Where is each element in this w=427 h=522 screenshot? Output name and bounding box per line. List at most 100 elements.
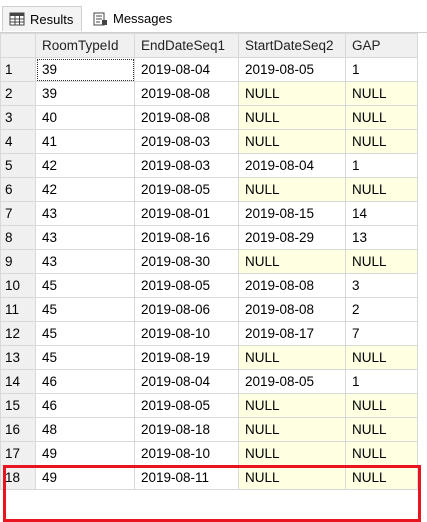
table-row[interactable]: 9 43 2019-08-30 NULL NULL <box>0 249 418 274</box>
row-number[interactable]: 1 <box>0 57 36 82</box>
startdateseq2-cell[interactable]: 2019-08-08 <box>238 273 346 298</box>
table-row[interactable]: 13 45 2019-08-19 NULL NULL <box>0 345 418 370</box>
roomtypeid-cell[interactable]: 43 <box>35 201 135 226</box>
enddateseq1-cell[interactable]: 2019-08-16 <box>134 225 239 250</box>
enddateseq1-cell[interactable]: 2019-08-18 <box>134 417 239 442</box>
roomtypeid-cell[interactable]: 45 <box>35 345 135 370</box>
enddateseq1-cell[interactable]: 2019-08-10 <box>134 441 239 466</box>
column-header-gap[interactable]: GAP <box>345 33 418 58</box>
gap-cell[interactable]: 14 <box>345 201 418 226</box>
startdateseq2-cell[interactable]: 2019-08-29 <box>238 225 346 250</box>
gap-cell[interactable]: NULL <box>345 177 418 202</box>
table-row[interactable]: 3 40 2019-08-08 NULL NULL <box>0 105 418 130</box>
enddateseq1-cell[interactable]: 2019-08-01 <box>134 201 239 226</box>
roomtypeid-cell[interactable]: 49 <box>35 465 135 490</box>
row-number[interactable]: 5 <box>0 153 36 178</box>
row-number[interactable]: 6 <box>0 177 36 202</box>
row-number[interactable]: 2 <box>0 81 36 106</box>
table-row[interactable]: 6 42 2019-08-05 NULL NULL <box>0 177 418 202</box>
enddateseq1-cell[interactable]: 2019-08-05 <box>134 273 239 298</box>
startdateseq2-cell[interactable]: 2019-08-05 <box>238 57 346 82</box>
table-row[interactable]: 2 39 2019-08-08 NULL NULL <box>0 81 418 106</box>
column-header-startdateseq2[interactable]: StartDateSeq2 <box>238 33 346 58</box>
row-number[interactable]: 17 <box>0 441 36 466</box>
gap-cell[interactable]: NULL <box>345 105 418 130</box>
startdateseq2-cell[interactable]: NULL <box>238 417 346 442</box>
roomtypeid-cell[interactable]: 48 <box>35 417 135 442</box>
tab-messages[interactable]: Messages <box>86 6 180 31</box>
enddateseq1-cell[interactable]: 2019-08-10 <box>134 321 239 346</box>
row-number[interactable]: 13 <box>0 345 36 370</box>
enddateseq1-cell[interactable]: 2019-08-04 <box>134 369 239 394</box>
enddateseq1-cell[interactable]: 2019-08-08 <box>134 81 239 106</box>
roomtypeid-cell[interactable]: 43 <box>35 249 135 274</box>
column-header-roomtypeid[interactable]: RoomTypeId <box>35 33 135 58</box>
enddateseq1-cell[interactable]: 2019-08-19 <box>134 345 239 370</box>
gap-cell[interactable]: NULL <box>345 465 418 490</box>
enddateseq1-cell[interactable]: 2019-08-05 <box>134 393 239 418</box>
table-row[interactable]: 5 42 2019-08-03 2019-08-04 1 <box>0 153 418 178</box>
gap-cell[interactable]: NULL <box>345 417 418 442</box>
table-row[interactable]: 15 46 2019-08-05 NULL NULL <box>0 393 418 418</box>
gap-cell[interactable]: NULL <box>345 393 418 418</box>
startdateseq2-cell[interactable]: NULL <box>238 441 346 466</box>
startdateseq2-cell[interactable]: NULL <box>238 81 346 106</box>
row-number[interactable]: 14 <box>0 369 36 394</box>
row-number[interactable]: 3 <box>0 105 36 130</box>
gap-cell[interactable]: 3 <box>345 273 418 298</box>
startdateseq2-cell[interactable]: NULL <box>238 105 346 130</box>
gap-cell[interactable]: NULL <box>345 345 418 370</box>
row-number[interactable]: 7 <box>0 201 36 226</box>
tab-results[interactable]: Results <box>2 6 82 31</box>
startdateseq2-cell[interactable]: 2019-08-17 <box>238 321 346 346</box>
startdateseq2-cell[interactable]: 2019-08-05 <box>238 369 346 394</box>
column-header-enddateseq1[interactable]: EndDateSeq1 <box>134 33 239 58</box>
row-number[interactable]: 11 <box>0 297 36 322</box>
roomtypeid-cell[interactable]: 39 <box>35 81 135 106</box>
roomtypeid-cell[interactable]: 46 <box>35 393 135 418</box>
gap-cell[interactable]: 7 <box>345 321 418 346</box>
row-number[interactable]: 4 <box>0 129 36 154</box>
gap-cell[interactable]: 1 <box>345 369 418 394</box>
startdateseq2-cell[interactable]: 2019-08-15 <box>238 201 346 226</box>
startdateseq2-cell[interactable]: NULL <box>238 177 346 202</box>
row-number[interactable]: 12 <box>0 321 36 346</box>
startdateseq2-cell[interactable]: NULL <box>238 249 346 274</box>
roomtypeid-cell[interactable]: 39 <box>35 57 135 82</box>
gap-cell[interactable]: NULL <box>345 441 418 466</box>
results-grid[interactable]: RoomTypeId EndDateSeq1 StartDateSeq2 GAP… <box>0 32 427 522</box>
gap-cell[interactable]: NULL <box>345 129 418 154</box>
table-row[interactable]: 11 45 2019-08-06 2019-08-08 2 <box>0 297 418 322</box>
roomtypeid-cell[interactable]: 42 <box>35 177 135 202</box>
table-row[interactable]: 7 43 2019-08-01 2019-08-15 14 <box>0 201 418 226</box>
startdateseq2-cell[interactable]: 2019-08-08 <box>238 297 346 322</box>
enddateseq1-cell[interactable]: 2019-08-03 <box>134 153 239 178</box>
gap-cell[interactable]: 13 <box>345 225 418 250</box>
gap-cell[interactable]: 2 <box>345 297 418 322</box>
row-number[interactable]: 9 <box>0 249 36 274</box>
enddateseq1-cell[interactable]: 2019-08-03 <box>134 129 239 154</box>
table-row[interactable]: 18 49 2019-08-11 NULL NULL <box>0 465 418 490</box>
roomtypeid-cell[interactable]: 45 <box>35 321 135 346</box>
enddateseq1-cell[interactable]: 2019-08-06 <box>134 297 239 322</box>
gap-cell[interactable]: NULL <box>345 81 418 106</box>
table-row[interactable]: 10 45 2019-08-05 2019-08-08 3 <box>0 273 418 298</box>
gap-cell[interactable]: NULL <box>345 249 418 274</box>
table-row[interactable]: 12 45 2019-08-10 2019-08-17 7 <box>0 321 418 346</box>
roomtypeid-cell[interactable]: 49 <box>35 441 135 466</box>
gap-cell[interactable]: 1 <box>345 57 418 82</box>
enddateseq1-cell[interactable]: 2019-08-08 <box>134 105 239 130</box>
roomtypeid-cell[interactable]: 40 <box>35 105 135 130</box>
startdateseq2-cell[interactable]: 2019-08-04 <box>238 153 346 178</box>
row-number[interactable]: 10 <box>0 273 36 298</box>
enddateseq1-cell[interactable]: 2019-08-04 <box>134 57 239 82</box>
table-row[interactable]: 17 49 2019-08-10 NULL NULL <box>0 441 418 466</box>
enddateseq1-cell[interactable]: 2019-08-11 <box>134 465 239 490</box>
enddateseq1-cell[interactable]: 2019-08-05 <box>134 177 239 202</box>
startdateseq2-cell[interactable]: NULL <box>238 345 346 370</box>
roomtypeid-cell[interactable]: 42 <box>35 153 135 178</box>
enddateseq1-cell[interactable]: 2019-08-30 <box>134 249 239 274</box>
startdateseq2-cell[interactable]: NULL <box>238 393 346 418</box>
roomtypeid-cell[interactable]: 46 <box>35 369 135 394</box>
roomtypeid-cell[interactable]: 41 <box>35 129 135 154</box>
